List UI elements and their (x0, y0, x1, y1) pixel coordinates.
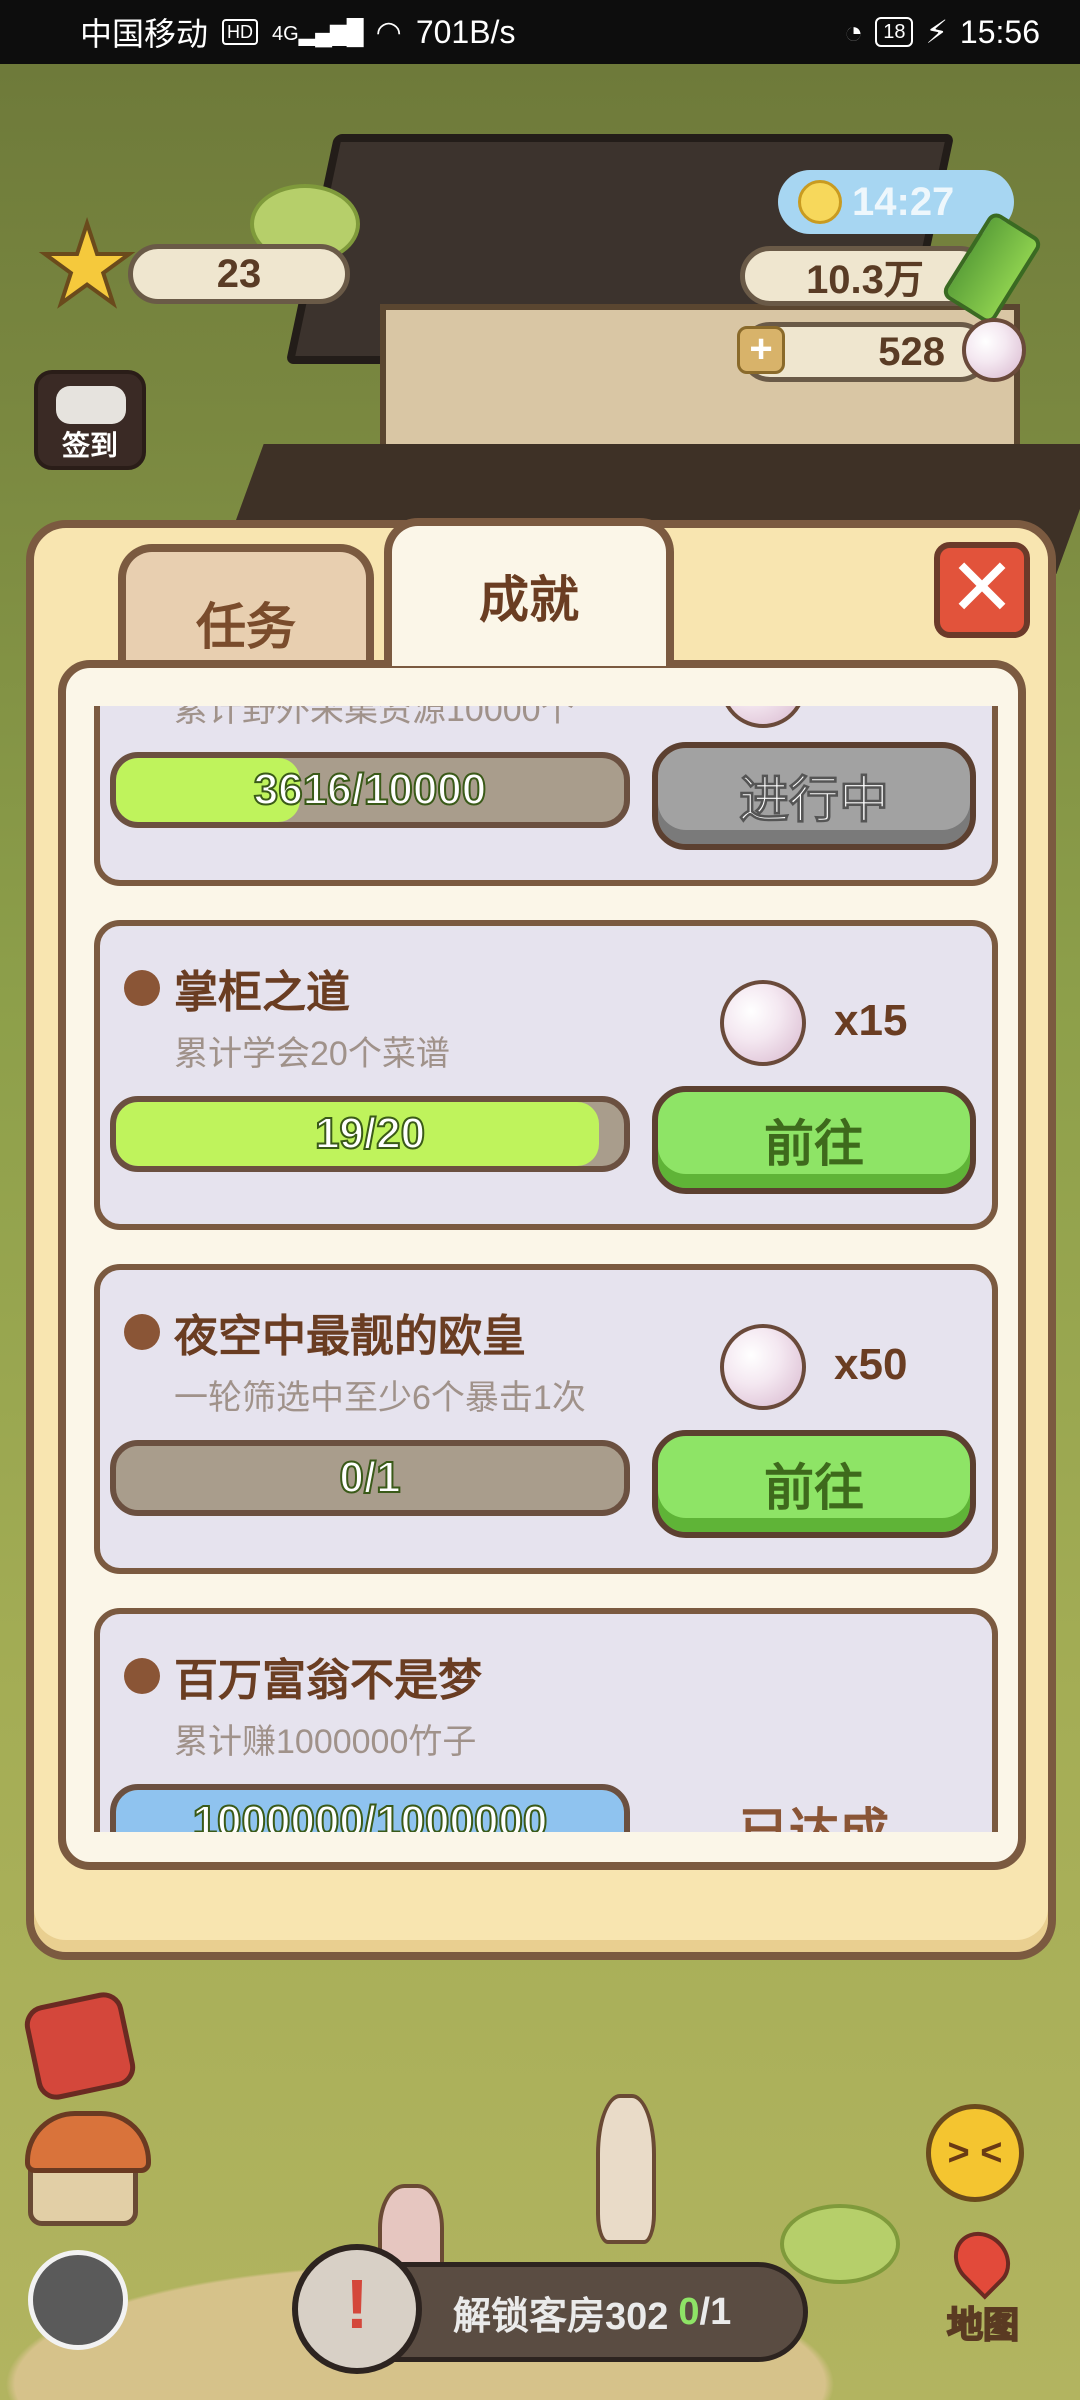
quest-text: 解锁客房302 (453, 2295, 669, 2338)
quest-progress-done: 0 (678, 2290, 700, 2333)
achievement-desc: 累计野外采集资源10000个 (174, 706, 575, 729)
bullet-dot (124, 970, 160, 1006)
tab-achievements[interactable]: 成就 (384, 518, 674, 666)
button-label: 前往 (764, 1116, 864, 1172)
map-button[interactable]: 地图 (928, 2220, 1038, 2350)
signin-cat-icon (56, 386, 126, 424)
pearl-reward-icon (720, 980, 806, 1066)
paw-icon[interactable] (28, 2250, 128, 2350)
weather-time-badge: 14:27 (778, 170, 1014, 234)
quest-notebook-icon[interactable] (292, 2244, 422, 2374)
bamboo-value: 10.3万 (806, 258, 924, 302)
achievement-desc: 累计学会20个菜谱 (174, 1035, 450, 1073)
progress-label: 19/20 (314, 1108, 426, 1159)
signin-label: 签到 (61, 430, 118, 461)
go-button[interactable]: 前往 (652, 1086, 976, 1194)
achievement-title: 掌柜之道 (174, 968, 350, 1017)
deer-character (596, 2094, 656, 2244)
battery-icon: 18 (875, 17, 914, 47)
wifi-icon: ◠ (375, 15, 402, 49)
achievement-list-viewport: 累计野外采集资源10000个 3616/10000 进行中 掌柜之道 累计学会2… (80, 706, 1004, 1832)
charging-icon: ⚡ (925, 14, 948, 50)
bullet-dot (124, 1658, 160, 1694)
network-type: 4G (272, 22, 299, 45)
achievements-dialog: 任务 成就 ✕ 累计野外采集资源10000个 3616/10000 进行中 掌柜… (26, 518, 1056, 1960)
network-speed: 701B/s (415, 13, 516, 50)
achievement-list[interactable]: 累计野外采集资源10000个 3616/10000 进行中 掌柜之道 累计学会2… (58, 660, 1026, 1870)
button-label: 已达成 (739, 1804, 889, 1832)
pearl-value: 528 (878, 329, 945, 374)
button-label: 进行中 (739, 772, 890, 829)
pearl-icon (962, 318, 1026, 382)
shop-icon[interactable] (25, 2111, 151, 2226)
hd-icon: HD (222, 19, 259, 45)
achievement-progress-bar: 19/20 (110, 1096, 630, 1172)
map-pin-icon (942, 2220, 1022, 2300)
achievement-title: 百万富翁不是梦 (174, 1656, 482, 1705)
tab-achievements-label: 成就 (479, 572, 579, 628)
achievement-progress-bar: 0/1 (110, 1440, 630, 1516)
achievement-progress-bar: 3616/10000 (110, 752, 630, 828)
carrier-name: 中国移动 (80, 16, 209, 52)
speed-meter-icon: ◔ (843, 13, 864, 50)
clock: 15:56 (959, 13, 1040, 50)
star-count-value: 23 (216, 251, 262, 296)
completed-label: 已达成 (652, 1774, 976, 1832)
achievement-card: 掌柜之道 累计学会20个菜谱 x15 19/20 前往 (94, 920, 998, 1230)
signal-icon: 4G▂▄▆█ (272, 18, 364, 46)
close-icon: ✕ (948, 543, 1016, 632)
bullet-dot (124, 1314, 160, 1350)
close-button[interactable]: ✕ (934, 542, 1030, 638)
reward-count: x15 (834, 996, 908, 1045)
tab-tasks-label: 任务 (196, 599, 296, 655)
achievement-card: 累计野外采集资源10000个 3616/10000 进行中 (94, 706, 998, 886)
emoji-face-button[interactable]: > < (926, 2104, 1024, 2202)
sun-cloud-icon (798, 180, 842, 224)
progress-label: 1000000/1000000 (192, 1796, 549, 1832)
status-bar: 中国移动 HD 4G▂▄▆█ ◠ 701B/s ◔ 18 ⚡ 15:56 (0, 0, 1080, 64)
star-count: 23 (128, 244, 350, 304)
progress-label: 0/1 (338, 1452, 401, 1503)
quest-progress-total: /1 (699, 2290, 732, 2333)
reward-count: x50 (834, 1340, 908, 1389)
backpack-icon[interactable] (21, 1988, 139, 2104)
progress-label: 3616/10000 (253, 764, 487, 815)
game-time: 14:27 (852, 179, 955, 224)
button-label: 前往 (764, 1460, 864, 1516)
bush (780, 2204, 900, 2284)
achievement-desc: 累计赚1000000竹子 (174, 1723, 477, 1761)
achievement-desc: 一轮筛选中至少6个暴击1次 (174, 1379, 586, 1417)
pearl-reward-icon (720, 1324, 806, 1410)
tab-tasks[interactable]: 任务 (118, 544, 374, 664)
achievement-card: 百万富翁不是梦 累计赚1000000竹子 1000000/1000000 已达成 (94, 1608, 998, 1832)
star-icon: ★ (36, 204, 139, 327)
in-progress-button[interactable]: 进行中 (652, 742, 976, 850)
emoji-face: > < (947, 2132, 1003, 2174)
achievement-progress-bar: 1000000/1000000 (110, 1784, 630, 1832)
add-pearls-plus-icon[interactable]: + (737, 326, 785, 374)
map-label: 地图 (946, 2303, 1020, 2346)
go-button[interactable]: 前往 (652, 1430, 976, 1538)
achievement-card: 夜空中最靓的欧皇 一轮筛选中至少6个暴击1次 x50 0/1 前往 (94, 1264, 998, 1574)
pearl-reward-icon (720, 706, 806, 728)
signin-button[interactable]: 签到 (34, 370, 146, 470)
achievement-title: 夜空中最靓的欧皇 (174, 1312, 526, 1361)
